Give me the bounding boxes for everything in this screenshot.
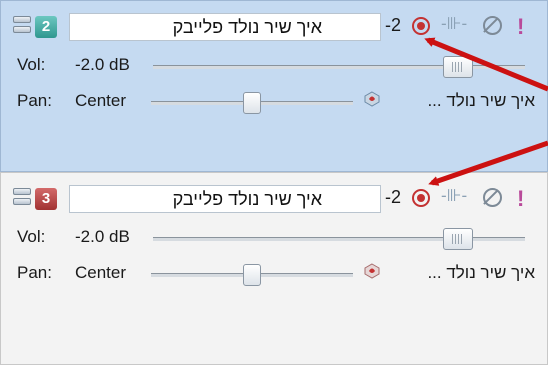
record-arm-icon[interactable] xyxy=(409,186,433,210)
volume-row: Vol: -2.0 dB xyxy=(1,225,547,251)
bus-output-name[interactable]: איך שיר נולד ... xyxy=(427,263,535,283)
volume-slider-thumb[interactable] xyxy=(443,56,474,78)
bus-output-name[interactable]: איך שיר נולד ... xyxy=(427,91,535,111)
track-menu-icon[interactable] xyxy=(13,188,31,210)
pan-slider-thumb[interactable] xyxy=(243,264,261,286)
track-header: 2 איך שיר נולד פלייבק -2 -⊪- ! xyxy=(1,11,547,45)
track-number-badge: 2 xyxy=(35,16,57,38)
track-header: 3 איך שיר נולד פלייבק -2 -⊪- ! xyxy=(1,183,547,217)
volume-row: Vol: -2.0 dB xyxy=(1,53,547,79)
volume-value: -2.0 dB xyxy=(75,55,130,74)
pan-label: Pan: xyxy=(17,263,52,282)
pan-label: Pan: xyxy=(17,91,52,110)
fx-plugin-icon[interactable]: -⊪- xyxy=(441,14,467,38)
solo-icon[interactable]: ! xyxy=(517,186,541,211)
volume-value: -2.0 dB xyxy=(75,227,130,246)
bus-output-icon[interactable] xyxy=(364,263,380,279)
mute-icon[interactable] xyxy=(481,186,505,210)
volume-slider[interactable] xyxy=(153,228,525,250)
volume-slider-thumb[interactable] xyxy=(443,228,474,250)
fx-plugin-icon[interactable]: -⊪- xyxy=(441,186,467,210)
track-name-input[interactable]: איך שיר נולד פלייבק xyxy=(69,185,381,213)
volume-label: Vol: xyxy=(17,55,46,74)
track-panel-2[interactable]: 2 איך שיר נולד פלייבק -2 -⊪- ! Vol: -2.0… xyxy=(0,0,548,172)
pan-value: Center xyxy=(75,91,127,110)
record-arm-icon[interactable] xyxy=(409,14,433,38)
mute-icon[interactable] xyxy=(481,14,505,38)
pan-slider-thumb[interactable] xyxy=(243,92,261,114)
db-readout: -2 xyxy=(385,15,402,35)
db-readout: -2 xyxy=(385,187,402,207)
pan-row: Pan: Center איך שיר נולד ... xyxy=(1,89,547,115)
track-menu-icon[interactable] xyxy=(13,16,31,38)
pan-slider[interactable] xyxy=(151,92,353,114)
volume-slider[interactable] xyxy=(153,56,525,78)
bus-output-icon[interactable] xyxy=(364,91,380,107)
track-name-input[interactable]: איך שיר נולד פלייבק xyxy=(69,13,381,41)
pan-row: Pan: Center איך שיר נולד ... xyxy=(1,261,547,287)
solo-icon[interactable]: ! xyxy=(517,14,541,39)
track-panel-3[interactable]: 3 איך שיר נולד פלייבק -2 -⊪- ! Vol: -2.0… xyxy=(0,172,548,365)
volume-label: Vol: xyxy=(17,227,46,246)
pan-value: Center xyxy=(75,263,127,282)
track-number-badge: 3 xyxy=(35,188,57,210)
pan-slider[interactable] xyxy=(151,264,353,286)
